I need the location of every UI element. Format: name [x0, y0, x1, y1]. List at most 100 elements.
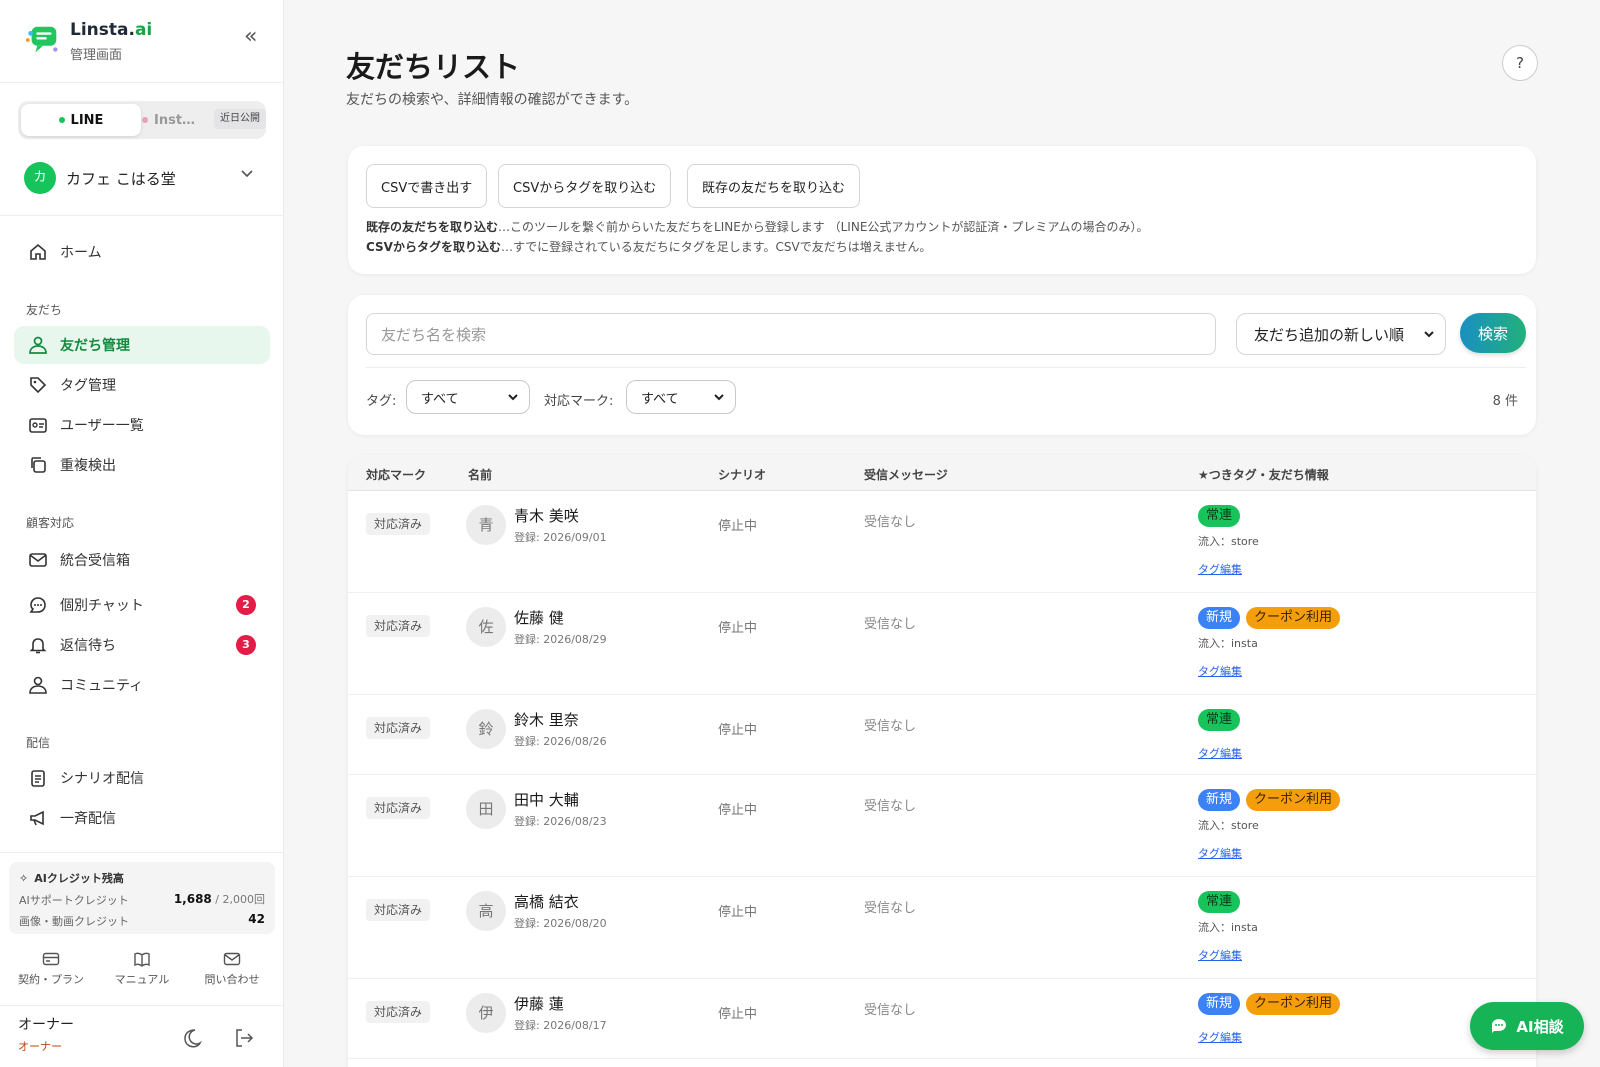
- tag-edit-link[interactable]: タグ編集: [1198, 561, 1242, 577]
- tag-edit-link[interactable]: タグ編集: [1198, 947, 1242, 963]
- sidebar-item-label: 返信待ち: [60, 638, 116, 654]
- sidebar-item-duplicate[interactable]: 重複検出: [14, 446, 270, 484]
- store-selector[interactable]: カ カフェ こはる堂: [24, 160, 264, 196]
- column-header[interactable]: ★つきタグ・友だち情報: [1198, 466, 1329, 483]
- status-badge[interactable]: 対応済み: [366, 797, 431, 819]
- scenario-status: 停止中: [718, 803, 758, 818]
- status-badge[interactable]: 対応済み: [366, 1001, 431, 1023]
- sidebar-item-friends-manage[interactable]: 友だち管理: [14, 326, 270, 364]
- result-count: 8 件: [1492, 394, 1518, 409]
- brand[interactable]: Linsta.ai 管理画面: [24, 18, 264, 63]
- status-badge[interactable]: 対応済み: [366, 717, 431, 739]
- scenario-status: 停止中: [718, 1007, 758, 1022]
- copy-icon: [26, 453, 50, 477]
- friend-tag: クーポン利用: [1246, 789, 1341, 811]
- table-row[interactable]: 対応済み 田田中 大輔 登録: 2026/08/23 停止中 受信なし 新規 クーポン利用流…: [348, 775, 1536, 877]
- id-card-icon: [26, 413, 50, 437]
- received-message: 受信なし: [864, 515, 917, 530]
- sidebar-item-broadcast[interactable]: 一斉配信: [14, 799, 270, 837]
- logout-icon[interactable]: [232, 1026, 256, 1050]
- column-header[interactable]: 名前: [468, 466, 492, 483]
- brand-subtitle: 管理画面: [70, 48, 123, 63]
- friend-name[interactable]: 青木 美咲: [514, 505, 579, 526]
- ai-consult-button[interactable]: AI相談: [1470, 1002, 1584, 1050]
- friend-tag: 常連: [1198, 891, 1241, 913]
- search-input[interactable]: 友だち名を検索: [366, 313, 1216, 355]
- tag-list: 新規 クーポン利用: [1198, 789, 1341, 811]
- table-row[interactable]: 対応済み 伊伊藤 蓮登録: 2026/08/17 停止中 受信なし 新規 クーポン利用 タグ…: [348, 979, 1536, 1059]
- scenario-status: 停止中: [718, 905, 758, 920]
- friend-name[interactable]: 田中 大輔: [514, 789, 579, 810]
- status-badge[interactable]: 対応済み: [366, 513, 431, 535]
- mark-filter-select[interactable]: すべて: [626, 380, 736, 414]
- friend-name[interactable]: 伊藤 蓮: [514, 993, 564, 1014]
- brand-name: Linsta.ai: [70, 20, 153, 40]
- plan-link[interactable]: 契約・プラン: [6, 950, 96, 987]
- sidebar-item-home[interactable]: ホーム: [14, 233, 270, 271]
- tag-edit-link[interactable]: タグ編集: [1198, 1029, 1242, 1045]
- mark-filter-label: 対応マーク:: [544, 394, 614, 409]
- tag-edit-link[interactable]: タグ編集: [1198, 663, 1242, 679]
- channel-switch: LINE Inst… 近日公開: [18, 101, 266, 139]
- registered-date: 登録: 2026/09/01: [514, 531, 607, 544]
- column-header[interactable]: 受信メッセージ: [864, 466, 948, 483]
- help-button[interactable]: ?: [1502, 45, 1538, 81]
- manual-link[interactable]: マニュアル: [97, 950, 187, 987]
- registered-date: 登録: 2026/08/23: [514, 815, 607, 828]
- status-badge[interactable]: 対応済み: [366, 615, 431, 637]
- sidebar-item-inbox[interactable]: 統合受信箱: [14, 541, 270, 579]
- friend-name[interactable]: 鈴木 里奈: [514, 709, 579, 730]
- sidebar-item-waiting[interactable]: 返信待ち 3: [14, 626, 270, 664]
- dark-mode-toggle-icon[interactable]: [180, 1026, 204, 1050]
- page-subtitle: 友だちの検索や、詳細情報の確認ができます。: [346, 92, 639, 108]
- avatar: 高: [466, 891, 506, 931]
- store-avatar: カ: [24, 162, 56, 194]
- page-title: 友だちリスト: [346, 50, 521, 84]
- registered-date: 登録: 2026/08/26: [514, 735, 607, 748]
- received-message: 受信なし: [864, 617, 917, 632]
- received-message: 受信なし: [864, 1003, 917, 1018]
- sidebar-item-label: コミュニティ: [60, 678, 144, 694]
- import-friends-button[interactable]: 既存の友だちを取り込む: [687, 164, 861, 208]
- inflow-source: 流入：insta: [1198, 637, 1258, 650]
- sidebar-item-tag-manage[interactable]: タグ管理: [14, 366, 270, 404]
- sidebar-item-user-list[interactable]: ユーザー一覧: [14, 406, 270, 444]
- table-row[interactable]: 対応済み 高高橋 結衣 登録: 2026/08/20 停止中 受信なし 常連 流入：inst…: [348, 877, 1536, 979]
- collapse-sidebar-icon[interactable]: «: [244, 26, 257, 48]
- avatar: 田: [466, 789, 506, 829]
- chevron-down-icon: [241, 170, 253, 178]
- friend-tag: 新規: [1198, 607, 1241, 629]
- scenario-status: 停止中: [718, 723, 758, 738]
- linsta-logo-icon: [25, 26, 58, 53]
- sidebar-item-label: 友だち管理: [60, 338, 130, 354]
- import-tags-csv-button[interactable]: CSVからタグを取り込む: [498, 164, 672, 208]
- sidebar-item-scenario[interactable]: シナリオ配信: [14, 759, 270, 797]
- tag-filter-label: タグ:: [366, 394, 397, 409]
- sidebar-item-community[interactable]: コミュニティ: [14, 666, 270, 704]
- users-icon: [26, 333, 50, 357]
- inflow-source: 流入：store: [1198, 535, 1259, 548]
- export-csv-button[interactable]: CSVで書き出す: [366, 164, 488, 208]
- status-badge[interactable]: 対応済み: [366, 899, 431, 921]
- column-header[interactable]: 対応マーク: [366, 466, 426, 483]
- column-header[interactable]: シナリオ: [718, 466, 766, 483]
- friend-tag: 常連: [1198, 505, 1241, 527]
- search-button[interactable]: 検索: [1460, 313, 1526, 353]
- friend-tag: 新規: [1198, 789, 1241, 811]
- tag-list: 新規 クーポン利用: [1198, 607, 1341, 629]
- tag-edit-link[interactable]: タグ編集: [1198, 745, 1242, 761]
- clipboard-icon: [26, 766, 50, 790]
- received-message: 受信なし: [864, 799, 917, 814]
- sidebar-item-chat[interactable]: 個別チャット 2: [14, 586, 270, 624]
- friend-name[interactable]: 佐藤 健: [514, 607, 564, 628]
- tag-edit-link[interactable]: タグ編集: [1198, 845, 1242, 861]
- table-row[interactable]: 対応済み 鈴鈴木 里奈 登録: 2026/08/26 停止中 受信なし 常連 タグ編集: [348, 695, 1536, 775]
- sort-select[interactable]: 友だち追加の新しい順: [1236, 313, 1446, 355]
- friend-name[interactable]: 高橋 結衣: [514, 891, 579, 912]
- contact-link[interactable]: 問い合わせ: [187, 950, 277, 987]
- channel-line-tab[interactable]: LINE: [21, 104, 141, 136]
- table-row[interactable]: 対応済み 佐佐藤 健登録: 2026/08/29 停止中 受信なし 新規 クーポン利用 流入…: [348, 593, 1536, 695]
- channel-instagram-tab[interactable]: Inst…: [142, 104, 212, 136]
- tag-filter-select[interactable]: すべて: [406, 380, 530, 414]
- table-row[interactable]: 対応済み 青青木 美咲 登録: 2026/09/01 停止中 受信なし 常連 流入：stor…: [348, 491, 1536, 593]
